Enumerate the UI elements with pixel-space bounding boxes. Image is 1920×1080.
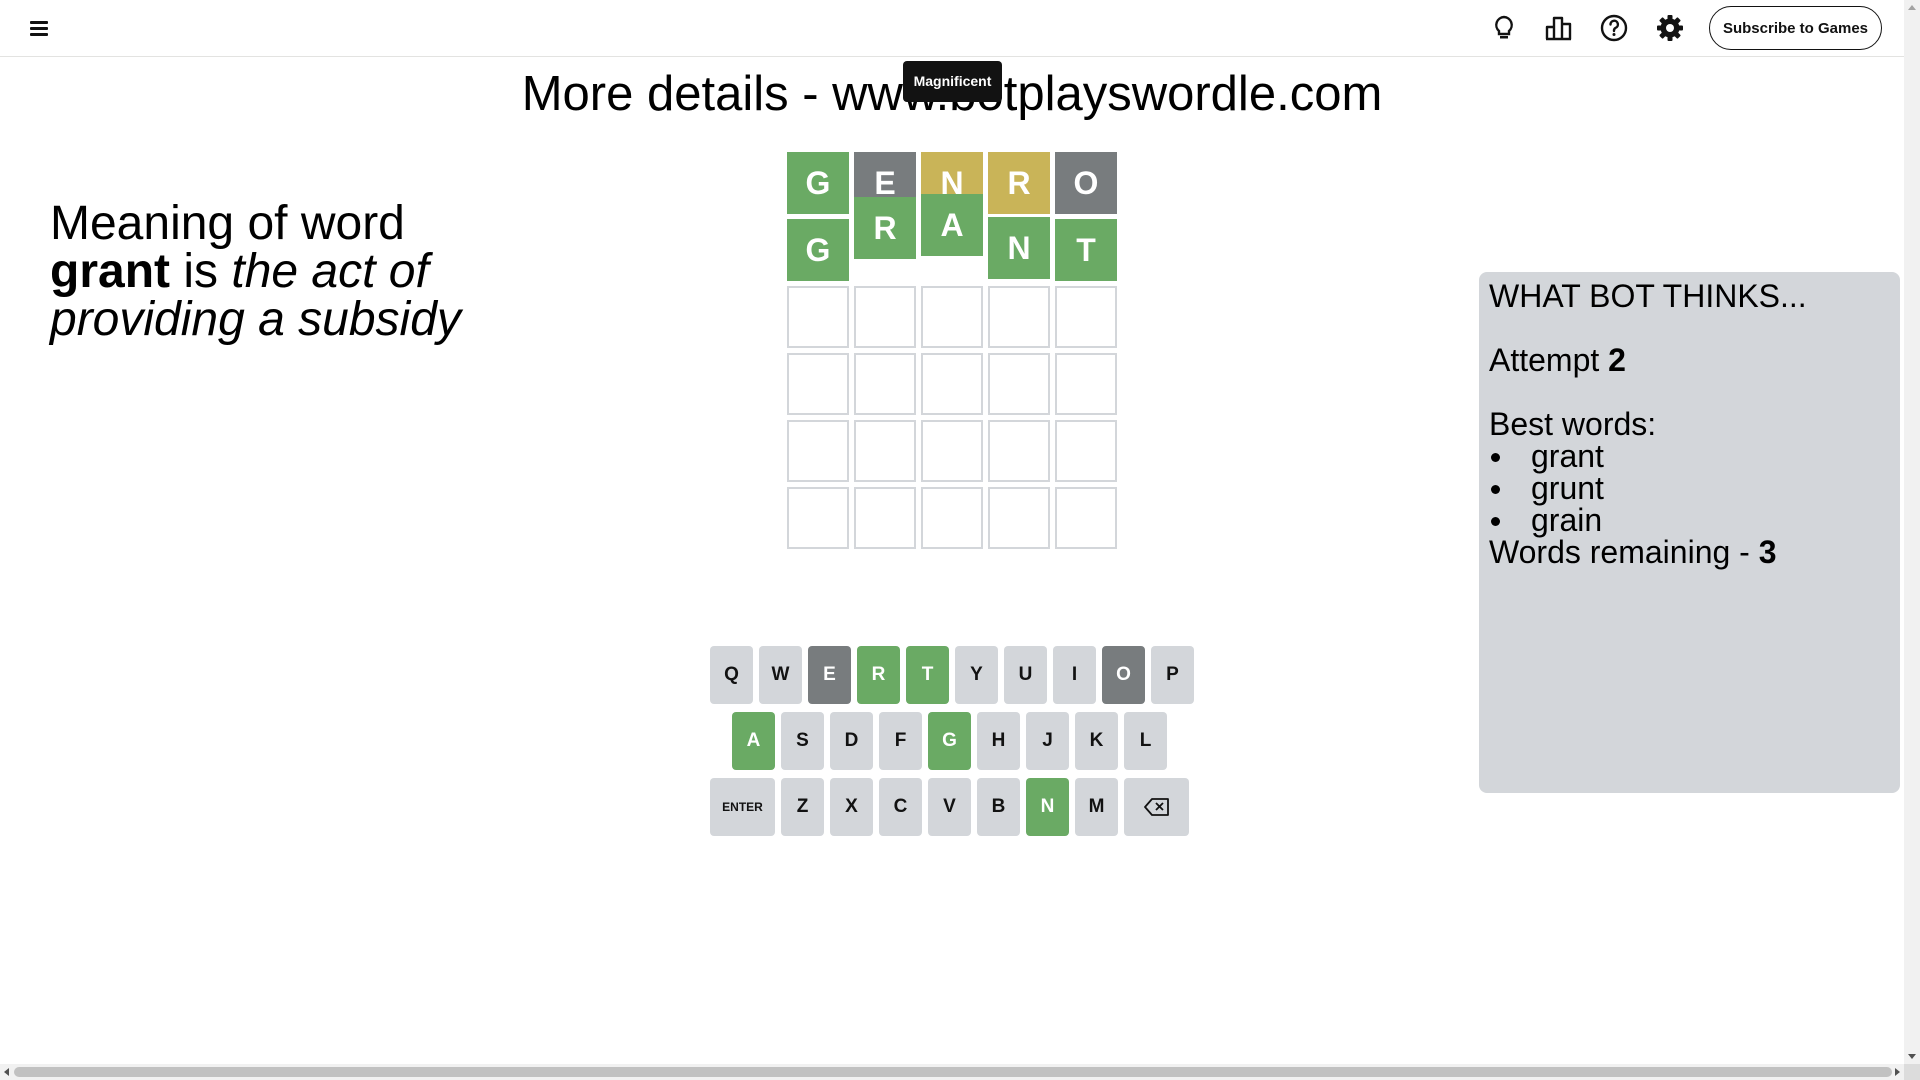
- key-h[interactable]: H: [977, 712, 1020, 770]
- settings-gear-icon[interactable]: [1654, 12, 1686, 44]
- key-x[interactable]: X: [830, 778, 873, 836]
- scroll-up-arrow-icon[interactable]: [1908, 4, 1916, 10]
- horizontal-scroll-thumb[interactable]: [14, 1067, 1892, 1077]
- best-word-item: grunt: [1489, 472, 1890, 504]
- board-tile-empty: [1055, 420, 1117, 482]
- vertical-scrollbar[interactable]: [1904, 0, 1920, 1064]
- key-a[interactable]: A: [732, 712, 775, 770]
- board-tile: R: [854, 197, 916, 259]
- board-tile: T: [1055, 219, 1117, 281]
- board-tile-empty: [988, 353, 1050, 415]
- key-k[interactable]: K: [1075, 712, 1118, 770]
- stats-bar-chart-icon[interactable]: [1543, 12, 1575, 44]
- lightbulb-icon[interactable]: [1488, 12, 1520, 44]
- menu-line: [30, 33, 48, 36]
- best-word-item: grain: [1489, 504, 1890, 536]
- board-tile: N: [988, 217, 1050, 279]
- board-tile-empty: [787, 286, 849, 348]
- attempt-line: Attempt 2: [1489, 344, 1890, 376]
- key-d[interactable]: D: [830, 712, 873, 770]
- board-tile: O: [1055, 152, 1117, 214]
- subscribe-button[interactable]: Subscribe to Games: [1709, 6, 1882, 50]
- words-remaining-label: Words remaining -: [1489, 534, 1750, 570]
- key-u[interactable]: U: [1004, 646, 1047, 704]
- key-p[interactable]: P: [1151, 646, 1194, 704]
- key-f[interactable]: F: [879, 712, 922, 770]
- board-tile-empty: [921, 487, 983, 549]
- board-tile-empty: [988, 487, 1050, 549]
- board-tile-empty: [854, 487, 916, 549]
- enter-key[interactable]: ENTER: [710, 778, 775, 836]
- game-board: GENROGRANT: [787, 152, 1119, 552]
- board-tile-empty: [1055, 487, 1117, 549]
- key-s[interactable]: S: [781, 712, 824, 770]
- board-tile-empty: [988, 420, 1050, 482]
- key-l[interactable]: L: [1124, 712, 1167, 770]
- attempt-label: Attempt: [1489, 342, 1600, 378]
- key-i[interactable]: I: [1053, 646, 1096, 704]
- board-tile-empty: [921, 353, 983, 415]
- board-tile-empty: [787, 487, 849, 549]
- scrollbar-corner: [1904, 1064, 1920, 1080]
- hamburger-menu-icon[interactable]: [24, 16, 56, 40]
- backspace-icon: [1143, 798, 1169, 816]
- menu-line: [30, 27, 48, 30]
- board-tile-empty: [787, 420, 849, 482]
- board-tile-empty: [787, 353, 849, 415]
- words-remaining-line: Words remaining - 3: [1489, 536, 1890, 568]
- best-words-list: grant grunt grain: [1489, 440, 1890, 536]
- help-question-icon[interactable]: [1598, 12, 1630, 44]
- key-q[interactable]: Q: [710, 646, 753, 704]
- board-tile-empty: [988, 286, 1050, 348]
- key-v[interactable]: V: [928, 778, 971, 836]
- words-remaining-value: 3: [1758, 534, 1777, 570]
- board-tile-empty: [921, 420, 983, 482]
- top-nav-bar: Subscribe to Games: [0, 0, 1904, 57]
- meaning-prefix: Meaning of word: [50, 197, 405, 250]
- meaning-word: grant: [50, 245, 170, 298]
- key-w[interactable]: W: [759, 646, 802, 704]
- scroll-down-arrow-icon[interactable]: [1908, 1054, 1916, 1060]
- board-tile-empty: [854, 286, 916, 348]
- best-word-item: grant: [1489, 440, 1890, 472]
- board-tile: G: [787, 152, 849, 214]
- board-tile: A: [921, 194, 983, 256]
- board-tile-empty: [854, 420, 916, 482]
- board-tile-empty: [1055, 286, 1117, 348]
- board-tile-empty: [854, 353, 916, 415]
- key-j[interactable]: J: [1026, 712, 1069, 770]
- key-t[interactable]: T: [906, 646, 949, 704]
- attempt-value: 2: [1608, 342, 1626, 378]
- horizontal-scrollbar[interactable]: [0, 1064, 1904, 1080]
- key-r[interactable]: R: [857, 646, 900, 704]
- bot-heading: WHAT BOT THINKS...: [1489, 278, 1807, 314]
- bot-thinks-panel: WHAT BOT THINKS... Attempt 2 Best words:…: [1479, 272, 1900, 793]
- board-tile: R: [988, 152, 1050, 214]
- menu-line: [30, 21, 48, 24]
- best-words-label: Best words:: [1489, 406, 1657, 442]
- board-tile-empty: [1055, 353, 1117, 415]
- board-tile-empty: [921, 286, 983, 348]
- board-tile: G: [787, 219, 849, 281]
- meaning-connector: is: [183, 245, 219, 298]
- scroll-left-arrow-icon[interactable]: [3, 1068, 9, 1076]
- on-screen-keyboard: Q W E R T Y U I O P A S D F G H J K L ENTER Z X C V B N M: [710, 646, 1195, 838]
- key-e[interactable]: E: [808, 646, 851, 704]
- key-g[interactable]: G: [928, 712, 971, 770]
- key-z[interactable]: Z: [781, 778, 824, 836]
- word-meaning: Meaning of word grant is the act of prov…: [50, 200, 470, 344]
- backspace-key[interactable]: [1124, 778, 1189, 836]
- key-b[interactable]: B: [977, 778, 1020, 836]
- key-n[interactable]: N: [1026, 778, 1069, 836]
- scroll-right-arrow-icon[interactable]: [1895, 1068, 1901, 1076]
- toast-message: Magnificent: [903, 61, 1002, 102]
- key-o[interactable]: O: [1102, 646, 1145, 704]
- key-c[interactable]: C: [879, 778, 922, 836]
- key-y[interactable]: Y: [955, 646, 998, 704]
- key-m[interactable]: M: [1075, 778, 1118, 836]
